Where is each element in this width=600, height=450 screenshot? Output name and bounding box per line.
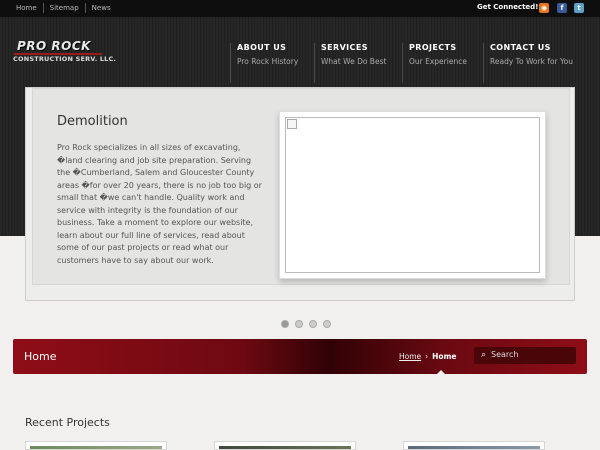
project-thumbnail-3[interactable] bbox=[403, 441, 545, 450]
search-input[interactable]: ⌕ Search bbox=[474, 347, 576, 364]
slide-image bbox=[285, 117, 540, 273]
nav-subtitle: What We Do Best bbox=[321, 57, 387, 66]
nav-subtitle: Pro Rock History bbox=[237, 57, 299, 66]
nav-title: PROJECTS bbox=[409, 43, 457, 52]
nav-about-us[interactable]: ABOUT US Pro Rock History bbox=[230, 43, 298, 83]
project-thumbnail-2[interactable] bbox=[214, 441, 356, 450]
top-link-sitemap[interactable]: Sitemap bbox=[44, 3, 86, 13]
facebook-icon[interactable]: f bbox=[557, 3, 567, 13]
twitter-icon[interactable]: t bbox=[574, 3, 584, 13]
top-link-news[interactable]: News bbox=[86, 3, 117, 13]
nav-contact-us[interactable]: CONTACT US Ready To Work for You bbox=[483, 43, 573, 83]
slider-dot-1[interactable] bbox=[281, 320, 289, 328]
nav-subtitle: Ready To Work for You bbox=[490, 57, 573, 66]
breadcrumb-caret bbox=[436, 370, 446, 375]
nav-title: SERVICES bbox=[321, 43, 368, 52]
nav-subtitle: Our Experience bbox=[409, 57, 467, 66]
logo-title[interactable]: PRO ROCK bbox=[17, 39, 91, 53]
search-placeholder: Search bbox=[491, 350, 519, 359]
get-connected-label: Get Connected! bbox=[477, 3, 539, 11]
page-title: Home bbox=[24, 350, 57, 363]
slide-text: Pro Rock specializes in all sizes of exc… bbox=[57, 143, 262, 265]
slider-dots bbox=[281, 320, 331, 328]
nav-projects[interactable]: PROJECTS Our Experience bbox=[402, 43, 467, 83]
breadcrumb-current: Home bbox=[432, 352, 457, 361]
nav-title: ABOUT US bbox=[237, 43, 287, 52]
nav-title: CONTACT US bbox=[490, 43, 551, 52]
broken-image-icon bbox=[287, 119, 297, 129]
breadcrumb: Home › Home bbox=[399, 352, 457, 361]
nav-services[interactable]: SERVICES What We Do Best bbox=[314, 43, 386, 83]
breadcrumb-home-link[interactable]: Home bbox=[399, 352, 421, 361]
logo-subtitle[interactable]: CONSTRUCTION SERV. LLC. bbox=[13, 55, 116, 63]
recent-projects-heading: Recent Projects bbox=[25, 416, 110, 429]
search-icon: ⌕ bbox=[481, 350, 487, 360]
top-bar: Home Sitemap News Get Connected! ◉ f t bbox=[0, 0, 600, 17]
project-thumbnail-1[interactable] bbox=[25, 441, 167, 450]
page-header-bar: Home Home › Home ⌕ Search bbox=[13, 339, 587, 374]
slider-dot-3[interactable] bbox=[309, 320, 317, 328]
project-image bbox=[408, 446, 540, 449]
slider-dot-4[interactable] bbox=[323, 320, 331, 328]
breadcrumb-separator: › bbox=[425, 352, 429, 361]
rss-icon[interactable]: ◉ bbox=[539, 3, 549, 13]
project-image bbox=[219, 446, 351, 449]
project-image bbox=[30, 446, 162, 449]
slide-title: Demolition bbox=[57, 114, 128, 129]
slide-image-frame bbox=[279, 111, 546, 279]
top-link-home[interactable]: Home bbox=[10, 3, 44, 13]
top-links: Home Sitemap News bbox=[10, 3, 117, 13]
slider-dot-2[interactable] bbox=[295, 320, 303, 328]
